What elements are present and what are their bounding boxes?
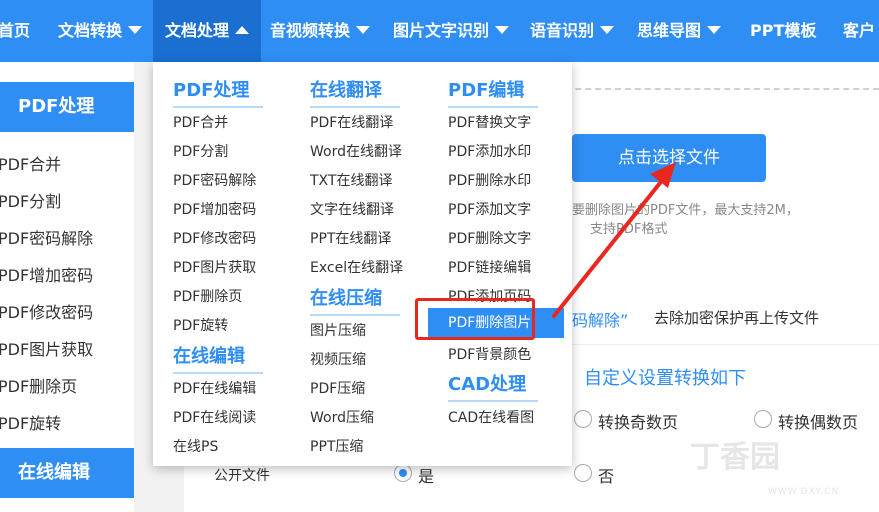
- app-root: 首页 文档转换 文档处理 音视频转换 图片文字识别 语音识别 思维导图 PPT模…: [0, 0, 879, 512]
- watermark-logo: 丁香园: [690, 440, 780, 475]
- watermark-url: WWW.DXY.CN: [768, 487, 840, 497]
